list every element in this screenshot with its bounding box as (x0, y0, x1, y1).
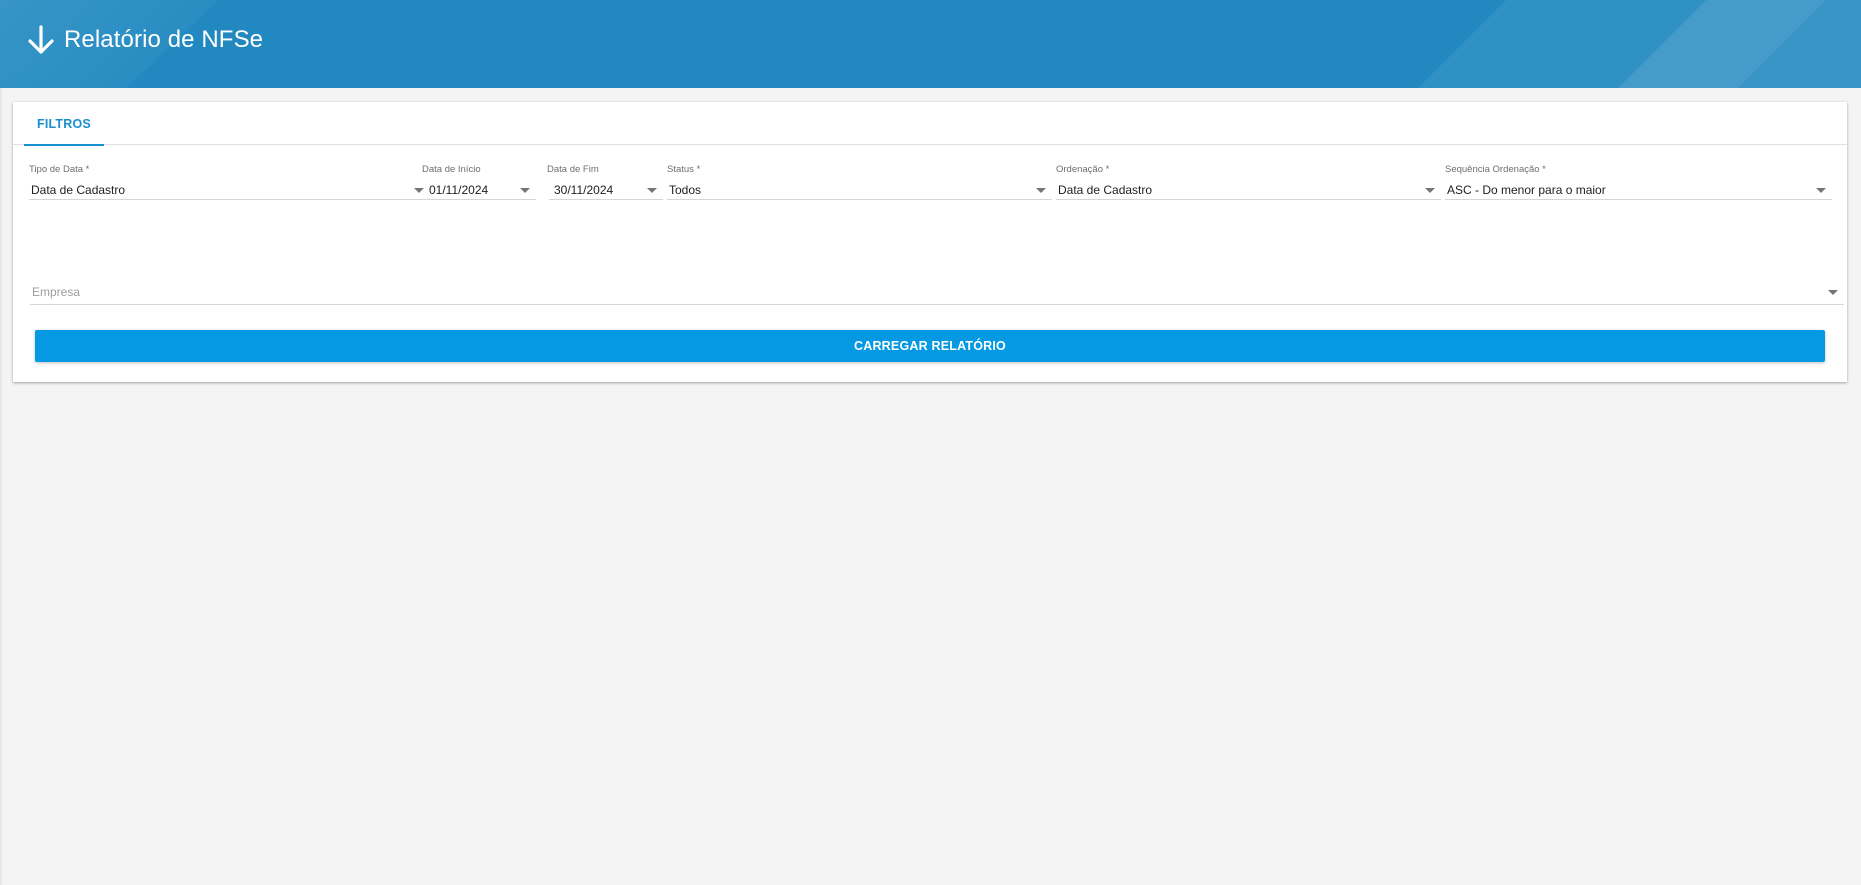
ordenacao-label: Ordenação * (1056, 164, 1110, 175)
tab-filtros-label: FILTROS (37, 116, 91, 131)
filters-card: FILTROS Tipo de Data * Data de Cadastro … (13, 102, 1847, 382)
tipo-data-label: Tipo de Data * (29, 164, 90, 175)
data-inicio-label: Data de Início (422, 164, 481, 175)
load-report-button[interactable]: CARREGAR RELATÓRIO (35, 330, 1825, 362)
ordenacao-value: Data de Cadastro (1058, 183, 1153, 197)
empresa-placeholder: Empresa (32, 285, 81, 299)
data-inicio-input[interactable]: 01/11/2024 (427, 176, 536, 200)
header-title-group: Relatório de NFSe (26, 22, 263, 58)
chevron-down-icon (520, 188, 530, 193)
tipo-data-value: Data de Cadastro (31, 183, 126, 197)
tipo-data-field: Tipo de Data * Data de Cadastro (29, 164, 430, 208)
empresa-select[interactable]: Empresa (30, 279, 1844, 305)
page-title: Relatório de NFSe (64, 26, 264, 53)
left-edge-shadow (0, 88, 3, 885)
data-fim-label: Data de Fim (547, 164, 599, 175)
chevron-down-icon (1036, 188, 1046, 193)
data-inicio-field: Data de Início 01/11/2024 (422, 164, 536, 208)
tab-active-indicator (24, 144, 104, 146)
sequencia-field: Sequência Ordenação * ASC - Do menor par… (1445, 164, 1832, 208)
ordenacao-field: Ordenação * Data de Cadastro (1056, 164, 1441, 208)
sequencia-label: Sequência Ordenação * (1445, 164, 1546, 175)
tipo-data-select[interactable]: Data de Cadastro (29, 176, 430, 200)
sequencia-select[interactable]: ASC - Do menor para o maior (1445, 176, 1832, 200)
chevron-down-icon (1828, 290, 1838, 295)
chevron-down-icon (1425, 188, 1435, 193)
status-field: Status * Todos (667, 164, 1052, 208)
sequencia-value: ASC - Do menor para o maior (1447, 183, 1606, 197)
page: Relatório de NFSe FILTROS Tipo de Data *… (0, 0, 1861, 885)
arrow-down-icon (26, 24, 56, 56)
status-label: Status * (667, 164, 701, 175)
ordenacao-select[interactable]: Data de Cadastro (1056, 176, 1441, 200)
page-header: Relatório de NFSe (0, 0, 1861, 88)
chevron-down-icon (647, 188, 657, 193)
tab-bar: FILTROS (13, 102, 1847, 146)
status-value: Todos (669, 183, 702, 197)
data-fim-input[interactable]: 30/11/2024 (549, 176, 663, 200)
data-fim-value: 30/11/2024 (554, 183, 614, 197)
chevron-down-icon (1816, 188, 1826, 193)
status-select[interactable]: Todos (667, 176, 1052, 200)
data-fim-field: Data de Fim 30/11/2024 (547, 164, 663, 208)
tab-filtros[interactable]: FILTROS (24, 102, 104, 146)
data-inicio-value: 01/11/2024 (429, 183, 489, 197)
